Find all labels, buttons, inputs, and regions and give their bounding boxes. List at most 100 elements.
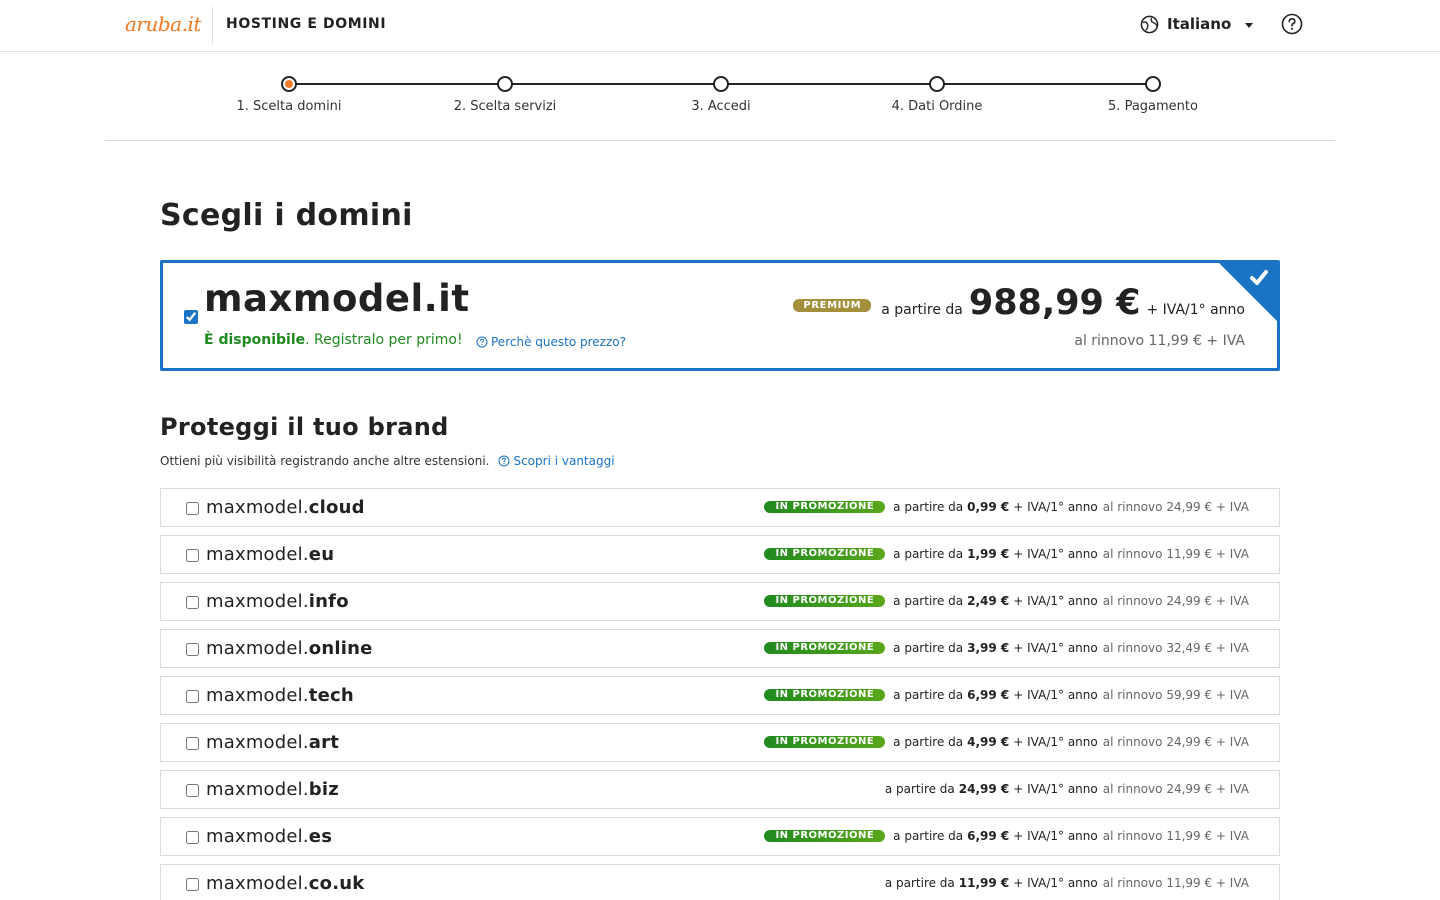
domain-row[interactable]: maxmodel.biz a partire da 24,99 € + IVA/1° … [160,770,1280,809]
domain-row[interactable]: maxmodel.online IN PROMOZIONE a partire da… [160,629,1280,668]
promo-badge: IN PROMOZIONE [764,595,886,607]
price-period: + IVA/1° anno [1013,547,1098,561]
domain-base: maxmodel. [206,873,309,894]
step-dot [497,76,513,92]
availability-bold: È disponibile [204,332,306,348]
domain-checkbox[interactable] [186,596,199,609]
renewal-price: al rinnovo 24,99 € + IVA [1102,735,1249,749]
domain-extension: art [308,732,340,753]
selected-domain-checkbox[interactable] [184,310,198,324]
domain-name: maxmodel.tech [206,685,354,706]
domain-checkbox[interactable] [186,549,199,562]
domain-row[interactable]: maxmodel.art IN PROMOZIONE a partire da 4,9… [160,723,1280,762]
domain-price-block: a partire da 11,99 € + IVA/1° anno al rinno… [885,876,1249,890]
advantages-link[interactable]: Scopri i vantaggi [498,454,615,468]
from-label: a partire da [893,641,964,655]
price-period: + IVA/1° anno [1013,500,1098,514]
question-circle-icon [498,455,510,467]
renewal-price: al rinnovo 24,99 € + IVA [1102,782,1249,796]
domain-base: maxmodel. [206,497,309,518]
domain-row[interactable]: maxmodel.info IN PROMOZIONE a partire da 2,… [160,582,1280,621]
promo-badge: IN PROMOZIONE [764,689,886,701]
domain-base: maxmodel. [206,685,309,706]
from-label: a partire da [893,735,964,749]
page-title: Scegli i domini [160,198,413,233]
domain-price: 4,99 € [967,735,1010,749]
domain-row[interactable]: maxmodel.cloud IN PROMOZIONE a partire da 0… [160,488,1280,527]
domain-price: 6,99 € [967,829,1010,843]
domain-checkbox[interactable] [186,690,199,703]
language-label: Italiano [1167,15,1232,33]
renewal-price: al rinnovo 24,99 € + IVA [1102,500,1249,514]
domain-name: maxmodel.cloud [206,497,365,518]
top-header: aruba.it HOSTING E DOMINI Italiano [0,0,1440,52]
step-dot-active [281,76,297,92]
domain-price: 3,99 € [967,641,1010,655]
aruba-logo[interactable]: aruba.it [125,12,201,36]
domain-checkbox[interactable] [186,831,199,844]
domain-base: maxmodel. [206,732,309,753]
domain-price-block: a partire da 24,99 € + IVA/1° anno al rinno… [885,782,1249,796]
domain-price-block: IN PROMOZIONE a partire da 3,99 € + IVA/1° … [764,641,1249,655]
domain-row[interactable]: maxmodel.eu IN PROMOZIONE a partire da 1,99… [160,535,1280,574]
globe-icon [1140,15,1159,33]
domain-name: maxmodel.info [206,591,349,612]
step-label: 2. Scelta servizi [453,99,557,114]
domain-price: 0,99 € [967,500,1010,514]
domain-price: 2,49 € [967,594,1010,608]
why-price-link[interactable]: Perchè questo prezzo? [476,335,626,349]
renewal-price: al rinnovo 11,99 € + IVA [1102,829,1249,843]
selected-domain-card[interactable]: maxmodel.it È disponibile. Registralo pe… [160,260,1280,371]
domain-extension: cloud [308,497,365,518]
renewal-price: al rinnovo 11,99 € + IVA [1102,876,1249,890]
step-dot [713,76,729,92]
domain-base: maxmodel. [206,826,309,847]
step-label: 1. Scelta domini [236,99,342,114]
domain-checkbox[interactable] [186,878,199,891]
from-label: a partire da [893,594,964,608]
promo-badge: IN PROMOZIONE [764,736,886,748]
domain-name: maxmodel.biz [206,779,339,800]
domain-extension: co.uk [308,873,365,894]
domain-extension: tech [308,685,354,706]
domain-checkbox[interactable] [186,643,199,656]
availability-rest: . Registralo per primo! [305,332,463,348]
header-title: HOSTING E DOMINI [226,16,387,32]
why-price-label: Perchè questo prezzo? [491,335,626,349]
domain-checkbox[interactable] [186,502,199,515]
from-label: a partire da [884,782,955,796]
step-dot [1145,76,1161,92]
advantages-label: Scopri i vantaggi [513,454,615,468]
from-label: a partire da [881,302,963,318]
domain-row[interactable]: maxmodel.es IN PROMOZIONE a partire da 6,99… [160,817,1280,856]
language-selector[interactable]: Italiano [1140,13,1254,35]
domain-price-block: IN PROMOZIONE a partire da 2,49 € + IVA/1° … [764,594,1249,608]
renewal-price: al rinnovo 11,99 € + IVA [1074,333,1245,349]
availability-text: È disponibile. Registralo per primo! [204,332,463,348]
domain-price-block: IN PROMOZIONE a partire da 4,99 € + IVA/1° … [764,735,1249,749]
domain-extension: eu [308,544,335,565]
renewal-price: al rinnovo 24,99 € + IVA [1102,594,1249,608]
promo-badge: IN PROMOZIONE [764,501,886,513]
renewal-price: al rinnovo 11,99 € + IVA [1102,547,1249,561]
domain-price: 11,99 € [958,876,1010,890]
header-divider [212,7,213,43]
checkout-stepper: 1. Scelta domini 2. Scelta servizi 3. Ac… [105,52,1335,141]
price-period: + IVA/1° anno [1013,829,1098,843]
domain-base: maxmodel. [206,591,309,612]
domain-extension: es [308,826,333,847]
help-icon[interactable] [1281,13,1303,35]
domain-checkbox[interactable] [186,737,199,750]
domain-name: maxmodel.online [206,638,373,659]
renewal-price: al rinnovo 32,49 € + IVA [1102,641,1249,655]
renewal-price: al rinnovo 59,99 € + IVA [1102,688,1249,702]
domain-row[interactable]: maxmodel.tech IN PROMOZIONE a partire da 6,… [160,676,1280,715]
domain-row[interactable]: maxmodel.co.uk a partire da 11,99 € + IVA/1… [160,864,1280,900]
brand-subtitle: Ottieni più visibilità registrando anche… [160,454,490,468]
selected-price-block: PREMIUM a partire da 988,99 € + IVA/1° a… [793,283,1245,323]
selected-price: 988,99 € [968,283,1141,323]
domain-price-block: IN PROMOZIONE a partire da 6,99 € + IVA/1° … [764,829,1249,843]
domain-price-block: IN PROMOZIONE a partire da 6,99 € + IVA/1° … [764,688,1249,702]
domain-checkbox[interactable] [186,784,199,797]
from-label: a partire da [893,688,964,702]
